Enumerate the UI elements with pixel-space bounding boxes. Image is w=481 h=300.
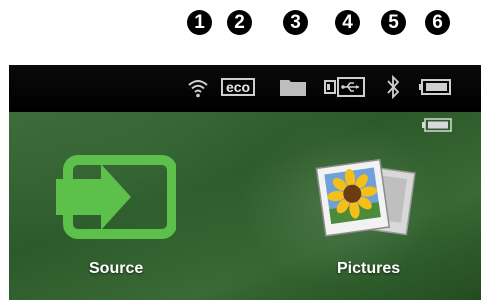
callout-2: 2 [227,10,252,35]
pictures-icon [315,158,416,237]
usb-icon [324,77,365,97]
bluetooth-icon [387,74,400,100]
callout-4: 4 [335,10,360,35]
callout-1: 1 [187,10,212,35]
projector-screen: eco Source Pictures [9,65,481,300]
callout-3: 3 [283,10,308,35]
source-tile[interactable]: Source [39,154,189,300]
status-bar: eco [9,65,481,112]
source-input-icon [56,155,176,239]
menu-area: Source Pictures [9,112,481,300]
callout-5: 5 [381,10,406,35]
pictures-label: Pictures [337,260,401,277]
source-label: Source [89,260,144,277]
callout-6: 6 [425,10,450,35]
eco-mode-icon: eco [221,78,255,96]
folder-icon [280,80,306,96]
battery-icon [419,79,451,95]
battery-indicator-icon [422,118,452,132]
wifi-icon [188,80,208,98]
pictures-tile[interactable]: Pictures [299,154,449,300]
